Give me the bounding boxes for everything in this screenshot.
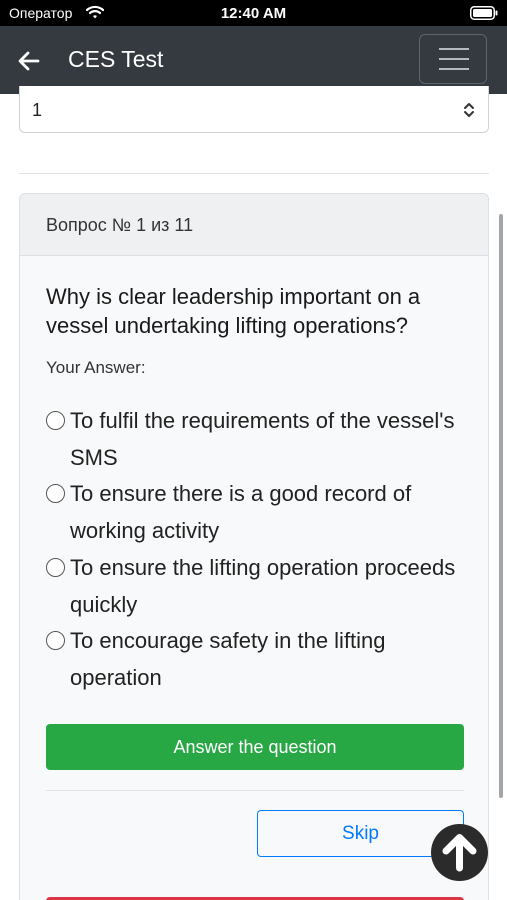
page-title: CES Test: [68, 46, 164, 72]
scrollbar[interactable]: [499, 214, 503, 798]
radio-button[interactable]: [46, 631, 65, 650]
answer-option-label: To ensure there is a good record of work…: [70, 481, 412, 543]
status-bar: Оператор 12:40 AM: [0, 0, 507, 26]
answer-option-label: To encourage safety in the lifting opera…: [70, 628, 386, 690]
section-divider: [19, 173, 489, 174]
radio-button[interactable]: [46, 558, 65, 577]
answer-option-label: To ensure the lifting operation proceeds…: [70, 555, 456, 617]
radio-button[interactable]: [46, 411, 65, 430]
select-value: 1: [32, 100, 43, 120]
scroll-to-top-button[interactable]: [431, 824, 488, 881]
answer-question-button[interactable]: Answer the question: [46, 724, 464, 770]
card-divider: [46, 790, 464, 791]
radio-button[interactable]: [46, 484, 65, 503]
question-card: Вопрос № 1 из 11 Why is clear leadership…: [19, 193, 489, 900]
clock: 12:40 AM: [220, 5, 287, 22]
card-header: Вопрос № 1 из 11: [20, 194, 488, 256]
battery-icon: [470, 6, 498, 20]
arrow-up-icon: [442, 834, 477, 872]
answer-option-label: To fulfil the requirements of the vessel…: [70, 408, 455, 470]
menu-toggle-button[interactable]: [419, 34, 487, 84]
question-counter: Вопрос № 1 из 11: [46, 215, 194, 235]
question-number-select[interactable]: 1: [19, 86, 489, 133]
select-updown-icon: [464, 103, 474, 117]
app-navbar: CES Test: [0, 26, 507, 94]
question-text: Why is clear leadership important on a v…: [46, 284, 421, 338]
hamburger-menu-icon: [439, 48, 469, 70]
back-arrow-icon[interactable]: [16, 48, 42, 74]
answer-label: Your Answer:: [46, 358, 146, 377]
